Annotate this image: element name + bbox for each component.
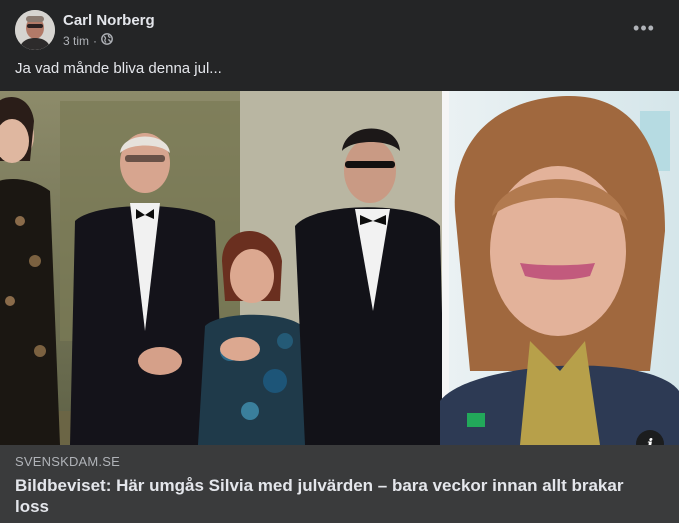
post-time[interactable]: 3 tim	[63, 34, 89, 48]
author-avatar[interactable]	[15, 10, 55, 50]
link-image[interactable]	[0, 91, 679, 445]
link-preview[interactable]: SVENSKDAM.SE Bildbeviset: Här umgås Silv…	[0, 445, 679, 523]
link-domain: SVENSKDAM.SE	[15, 454, 120, 469]
avatar-image	[15, 10, 55, 50]
link-headline[interactable]: Bildbeviset: Här umgås Silvia med julvär…	[15, 475, 655, 517]
post-header: Carl Norberg 3 tim · •••	[0, 0, 679, 58]
post-text: Ja vad månde bliva denna jul...	[15, 60, 222, 77]
link-photo	[0, 91, 679, 445]
author-name[interactable]: Carl Norberg	[63, 12, 155, 29]
post-card: Carl Norberg 3 tim · ••• Ja vad månde bl…	[0, 0, 679, 523]
post-meta: 3 tim ·	[63, 33, 113, 48]
more-options-button[interactable]: •••	[631, 15, 657, 41]
globe-icon	[101, 33, 113, 48]
meta-separator: ·	[93, 33, 98, 48]
more-horizontal-icon: •••	[633, 17, 655, 38]
